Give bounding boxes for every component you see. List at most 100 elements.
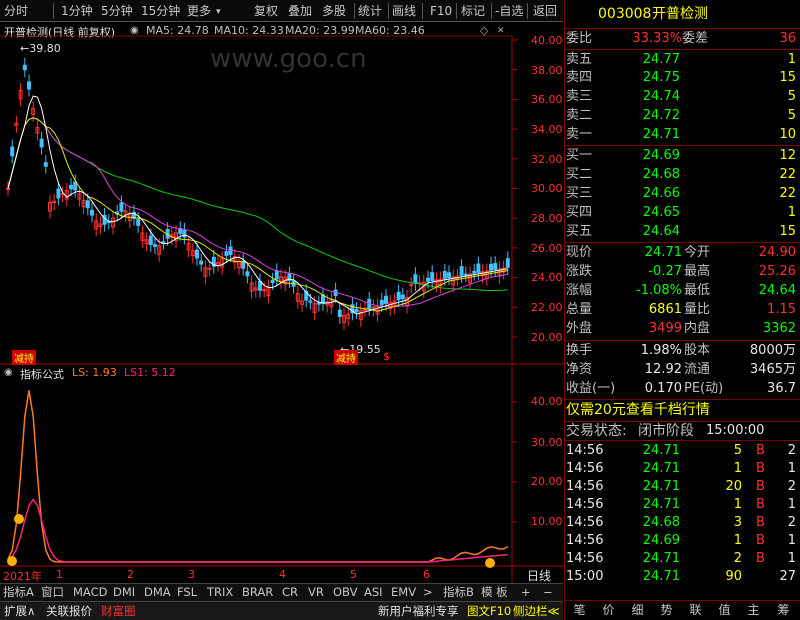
indicator-collapse-icon[interactable]: ◉ (4, 367, 13, 378)
stat-row-change: 涨跌 -0.27 最高 25.26 (566, 264, 796, 279)
stat-row-eps: 收益(一) 0.170 PE(动) 36.7 (566, 381, 796, 396)
ls-value: LS: 1.93 (72, 366, 117, 379)
tick-row: 14:56 24.71 5 B 2 (566, 443, 796, 458)
tab-dma[interactable]: DMA (144, 584, 171, 600)
timeline-month: 4 (279, 568, 286, 581)
stat-row-turnover: 换手 1.98% 股本 8000万 (566, 343, 796, 358)
price-axis-tick: 26.00 (531, 242, 563, 255)
tab-linked[interactable]: 联 (681, 601, 710, 620)
tab-asi[interactable]: ASI (364, 584, 383, 600)
add-pane-button[interactable]: + (521, 584, 531, 600)
tab-detail[interactable]: 细 (623, 601, 652, 620)
period-more[interactable]: 更多 (187, 2, 211, 20)
related-quotes-button[interactable]: 关联报价 (46, 603, 92, 619)
price-axis-tick: 34.00 (531, 123, 563, 136)
period-intraday[interactable]: 分时 (4, 2, 28, 20)
f10-button[interactable]: F10 (430, 2, 452, 20)
overlay-button[interactable]: 叠加 (288, 2, 312, 20)
tab-trades[interactable]: 笔 (565, 601, 594, 620)
price-axis-tick: 36.00 (531, 93, 563, 106)
price-axis-tick: 24.00 (531, 271, 563, 284)
price-axis-tick: 38.00 (531, 64, 563, 77)
tab-main-force[interactable]: 主 (739, 601, 768, 620)
back-button[interactable]: 返回 (533, 2, 557, 20)
tick-row: 14:56 24.68 3 B 2 (566, 515, 796, 530)
ask-level-2[interactable]: 卖二 24.72 5 (566, 107, 798, 125)
tick-row: 14:56 24.71 20 B 2 (566, 479, 796, 494)
tab-brar[interactable]: BRAR (242, 584, 273, 600)
ma60-line (7, 117, 508, 291)
bid-level-2[interactable]: 买二 24.68 22 (566, 166, 798, 184)
ask-level-5[interactable]: 卖五 24.77 1 (566, 51, 798, 69)
period-5min[interactable]: 5分钟 (101, 2, 133, 20)
price-axis-tick: 30.00 (531, 182, 563, 195)
stat-row-volume: 总量 6861 量比 1.15 (566, 302, 796, 317)
ls1-line (7, 498, 508, 563)
event-badge-reduce[interactable]: 减持 (12, 350, 36, 365)
expand-button[interactable]: 扩展∧ (4, 603, 35, 619)
tab-fsl[interactable]: FSL (177, 584, 197, 600)
ma5-line (7, 95, 508, 315)
tab-macd[interactable]: MACD (73, 584, 107, 600)
draw-line-button[interactable]: 画线 (392, 2, 416, 20)
period-1min[interactable]: 1分钟 (61, 2, 93, 20)
tab-vr[interactable]: VR (308, 584, 324, 600)
period-15min[interactable]: 15分钟 (141, 2, 180, 20)
tick-row: 14:56 24.69 1 B 1 (566, 533, 796, 548)
tick-row: 14:56 24.71 1 B 1 (566, 497, 796, 512)
statistics-button[interactable]: 统计 (358, 2, 382, 20)
tab-trix[interactable]: TRIX (207, 584, 233, 600)
level2-promo-link[interactable]: 仅需20元查看千档行情 (566, 401, 798, 419)
tab-template[interactable]: 模 板 (481, 584, 508, 600)
mark-button[interactable]: 标记 (461, 2, 485, 20)
remove-watchlist-button[interactable]: -自选 (495, 2, 523, 20)
restore-rights-button[interactable]: 复权 (254, 2, 278, 20)
new-user-promo-link[interactable]: 新用户福利专享 (378, 603, 459, 619)
timeline-unit[interactable]: 日线 (527, 567, 551, 584)
stat-row-pct: 涨幅 -1.08% 最低 24.64 (566, 283, 796, 298)
bid-level-3[interactable]: 买三 24.66 22 (566, 185, 798, 203)
timeline-month: 5 (350, 568, 357, 581)
indicator-axis-tick: 20.00 (531, 475, 563, 488)
bid-level-5[interactable]: 买五 24.64 15 (566, 223, 798, 241)
tab-window[interactable]: 窗口 (41, 584, 64, 600)
trade-status-row: 交易状态: 闭市阶段 15:00:00 (566, 423, 765, 439)
tab-chips[interactable]: 筹 (768, 601, 799, 620)
chart-canvas: www.goo.cn (0, 35, 564, 583)
timeline-month: 2 (127, 568, 134, 581)
remove-pane-button[interactable]: − (543, 584, 553, 600)
tab-indicator-b[interactable]: 指标B (443, 584, 474, 600)
f10-graphic-button[interactable]: 图文F10 (467, 603, 511, 619)
indicator-name[interactable]: 指标公式 (20, 366, 64, 382)
price-axis-tick: 22.00 (531, 301, 563, 314)
watermark: www.goo.cn (210, 44, 367, 74)
timeline-month: 1 (56, 568, 63, 581)
sidebar-toggle-button[interactable]: 侧边栏≪ (513, 603, 560, 619)
tab-emv[interactable]: EMV (391, 584, 416, 600)
tab-indicator-a[interactable]: 指标A (3, 584, 34, 600)
bid-level-4[interactable]: 买四 24.65 1 (566, 204, 798, 222)
tabs-scroll-right[interactable]: > (423, 584, 433, 600)
tab-dmi[interactable]: DMI (113, 584, 135, 600)
ls-line (7, 390, 509, 563)
bid-level-1[interactable]: 买一 24.69 12 (566, 147, 798, 165)
ask-level-3[interactable]: 卖三 24.74 5 (566, 88, 798, 106)
ask-level-1[interactable]: 卖一 24.71 10 (566, 126, 798, 144)
stat-row-side: 外盘 3499 内盘 3362 (566, 321, 796, 336)
price-axis-tick: 20.00 (531, 331, 563, 344)
multi-stock-button[interactable]: 多股 (322, 2, 346, 20)
wealth-circle-button[interactable]: 财富圈 (101, 603, 136, 619)
tab-obv[interactable]: OBV (333, 584, 357, 600)
indicator-axis-tick: 30.00 (531, 436, 563, 449)
tab-value[interactable]: 值 (710, 601, 739, 620)
price-axis-tick: 32.00 (531, 153, 563, 166)
tick-row: 14:56 24.71 2 B 1 (566, 551, 796, 566)
tab-price-stats[interactable]: 价 (594, 601, 623, 620)
tab-cr[interactable]: CR (282, 584, 298, 600)
dividend-badge[interactable]: $ (383, 350, 390, 363)
order-ratio-row: 委比 33.33% 委差 36 (566, 31, 796, 46)
event-badge-reduce-2[interactable]: 减持 (334, 350, 358, 365)
tab-trend[interactable]: 势 (652, 601, 681, 620)
ask-level-4[interactable]: 卖四 24.75 15 (566, 69, 798, 87)
more-caret-icon[interactable]: ▾ (216, 3, 221, 21)
